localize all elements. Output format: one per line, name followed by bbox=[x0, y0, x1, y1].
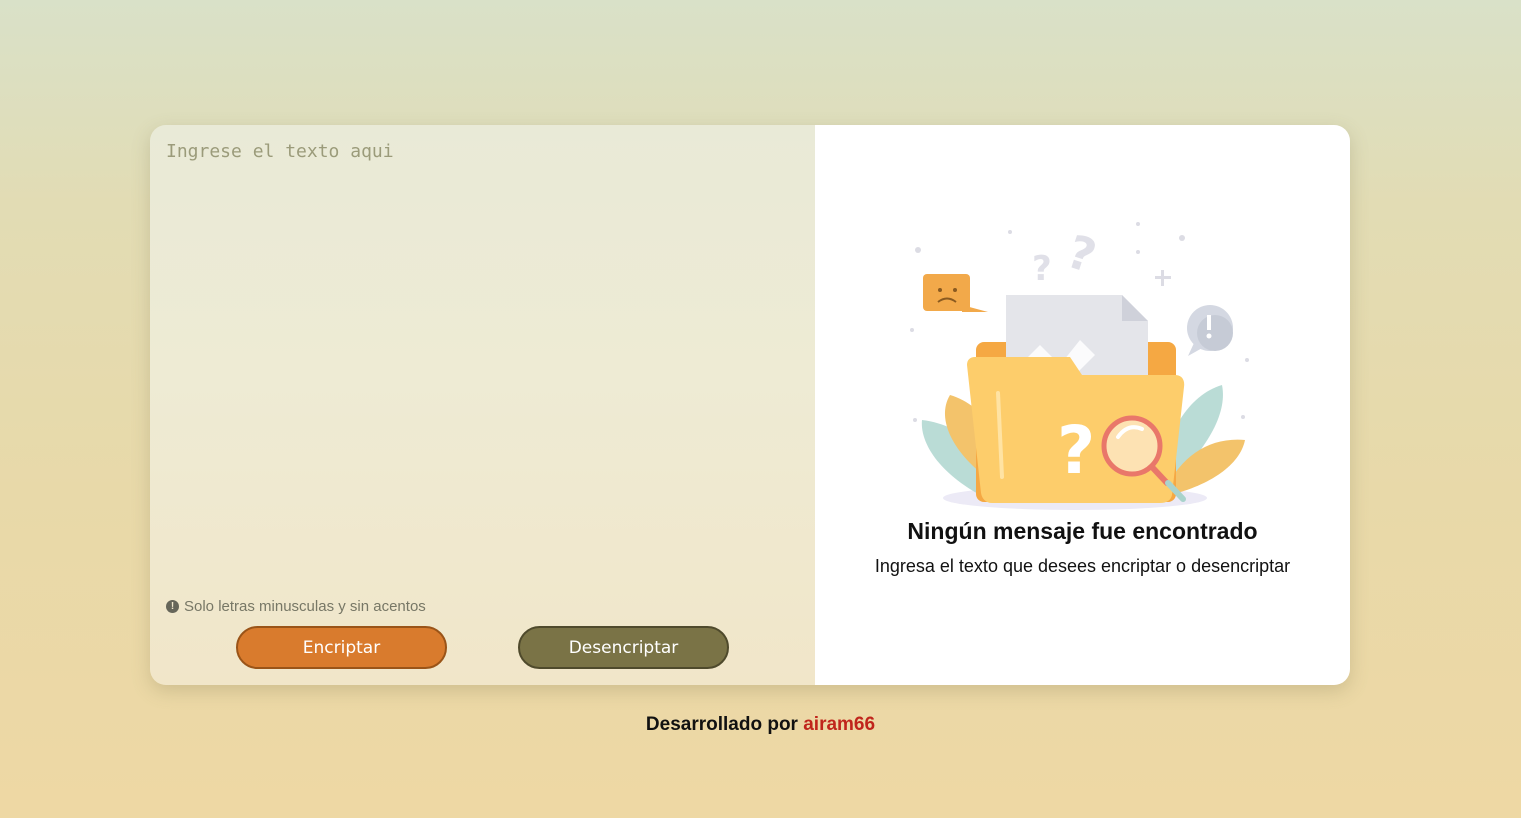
footer: Desarrollado por airam66 bbox=[0, 714, 1521, 736]
encrypt-button[interactable]: Encriptar bbox=[236, 626, 447, 669]
empty-folder-search-illustration: ? ? ? bbox=[910, 222, 1249, 510]
input-notice: ! Solo letras minusculas y sin acentos bbox=[166, 598, 426, 615]
svg-text:?: ? bbox=[1057, 412, 1095, 489]
empty-message-subtitle: Ingresa el texto que desees encriptar o … bbox=[874, 556, 1291, 576]
main-card: ! Solo letras minusculas y sin acentos E… bbox=[150, 125, 1350, 685]
svg-text:?: ? bbox=[1061, 224, 1103, 284]
input-panel: ! Solo letras minusculas y sin acentos E… bbox=[150, 125, 815, 685]
exclamation-circle-icon: ! bbox=[166, 600, 179, 613]
output-panel: ? ? ? Ningún mensaje fue encontrado Ingr… bbox=[815, 125, 1350, 685]
svg-text:?: ? bbox=[1032, 249, 1052, 289]
footer-prefix: Desarrollado por bbox=[645, 714, 798, 735]
empty-message-title: Ningún mensaje fue encontrado bbox=[907, 518, 1258, 544]
notice-text: Solo letras minusculas y sin acentos bbox=[184, 598, 426, 615]
footer-author-link[interactable]: airam66 bbox=[803, 714, 875, 735]
text-input[interactable] bbox=[150, 125, 815, 575]
decrypt-button[interactable]: Desencriptar bbox=[518, 626, 729, 669]
